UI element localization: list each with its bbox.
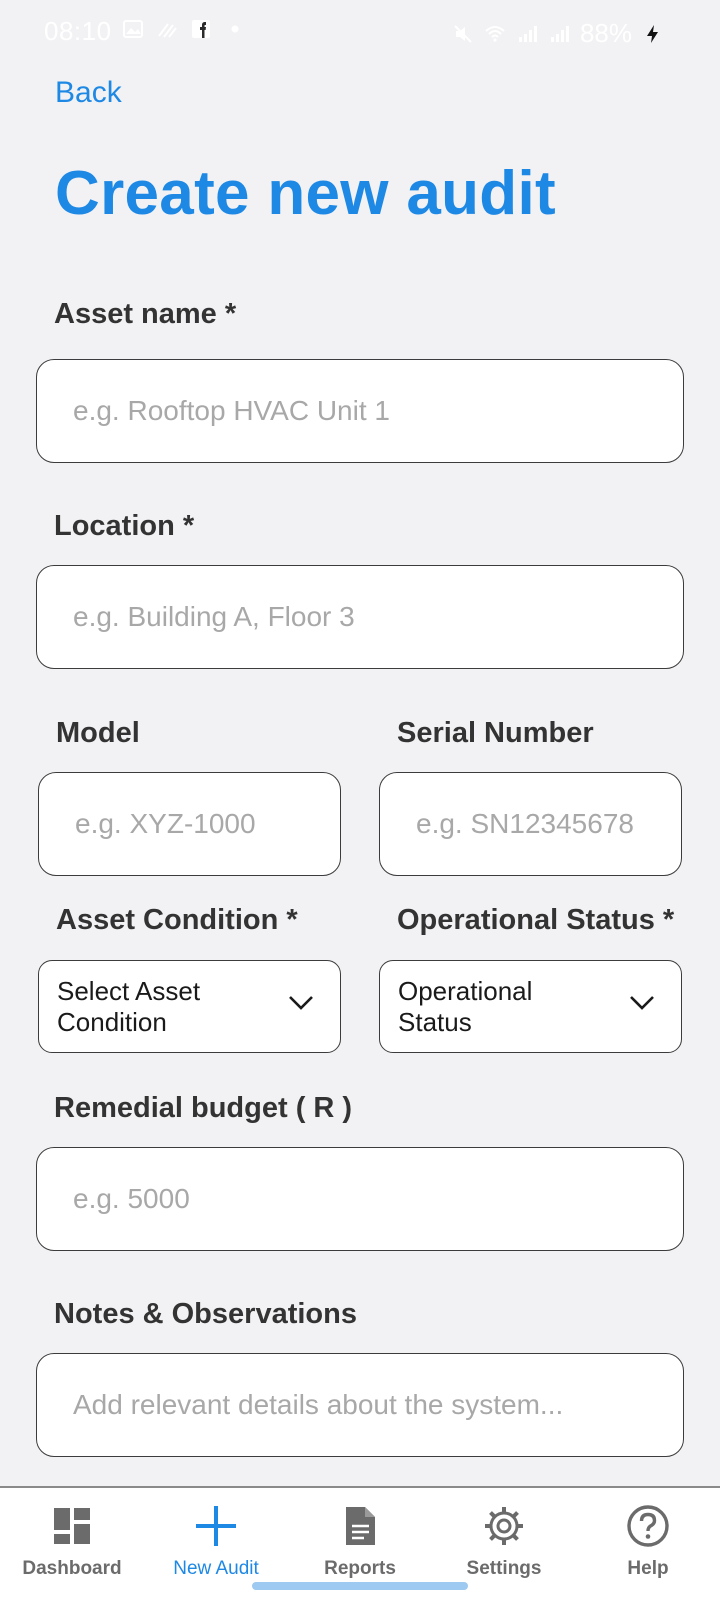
- nav-item-dashboard[interactable]: Dashboard: [0, 1488, 144, 1588]
- wifi-icon: [485, 25, 505, 42]
- asset-name-input[interactable]: e.g. Rooftop HVAC Unit 1: [36, 359, 684, 463]
- location-placeholder: e.g. Building A, Floor 3: [73, 601, 355, 632]
- operational-status-value-line1: Operational: [398, 975, 533, 1006]
- nav-label-reports: Reports: [324, 1558, 396, 1579]
- gear-icon: [485, 1507, 523, 1545]
- battery-level: 88%: [579, 18, 632, 48]
- remedial-budget-input[interactable]: e.g. 5000: [36, 1147, 684, 1251]
- facebook-icon: [192, 20, 210, 38]
- mute-icon: [454, 24, 472, 43]
- nav-item-settings[interactable]: Settings: [432, 1488, 576, 1588]
- nav-item-new-audit[interactable]: New Audit: [144, 1488, 288, 1588]
- page-title: Create new audit: [55, 159, 556, 228]
- asset-condition-value-line1: Select Asset: [57, 975, 201, 1006]
- nav-label-settings: Settings: [466, 1558, 542, 1579]
- operational-status-label: Operational Status *: [397, 904, 675, 936]
- dashboard-icon: [54, 1508, 90, 1544]
- serial-number-input[interactable]: e.g. SN12345678: [379, 772, 682, 876]
- asset-name-label: Asset name *: [54, 298, 237, 330]
- remedial-budget-label: Remedial budget ( R ): [54, 1092, 353, 1124]
- asset-condition-label: Asset Condition *: [56, 904, 298, 936]
- home-indicator[interactable]: [252, 1582, 468, 1590]
- operational-status-select[interactable]: Operational Status: [379, 960, 682, 1053]
- cell-signal-2-icon: [550, 25, 569, 42]
- model-placeholder: e.g. XYZ-1000: [75, 808, 256, 839]
- status-time: 08:10: [44, 16, 112, 46]
- chevron-down-icon: [289, 996, 313, 1010]
- back-button[interactable]: Back: [55, 76, 122, 110]
- serial-number-placeholder: e.g. SN12345678: [416, 808, 634, 839]
- document-icon: [346, 1507, 375, 1545]
- signal-stripes-icon: [158, 23, 177, 38]
- notes-label: Notes & Observations: [54, 1298, 357, 1330]
- plus-icon: [196, 1506, 236, 1546]
- notes-placeholder: Add relevant details about the system...: [73, 1389, 564, 1420]
- serial-number-label: Serial Number: [397, 717, 594, 749]
- nav-label-help: Help: [627, 1558, 669, 1579]
- charging-icon: [647, 24, 658, 43]
- help-icon: [627, 1505, 669, 1547]
- nav-label-dashboard: Dashboard: [22, 1558, 122, 1579]
- remedial-budget-placeholder: e.g. 5000: [73, 1183, 190, 1214]
- notes-textarea[interactable]: Add relevant details about the system...: [36, 1353, 684, 1457]
- nav-item-help[interactable]: Help: [576, 1488, 720, 1588]
- status-bar: 08:10 88%: [0, 0, 720, 62]
- cell-signal-icon: [518, 25, 537, 42]
- model-label: Model: [56, 717, 140, 749]
- operational-status-value-line2: Status: [398, 1006, 472, 1037]
- asset-condition-select[interactable]: Select Asset Condition: [38, 960, 341, 1053]
- location-label: Location *: [54, 510, 195, 542]
- asset-condition-value-line2: Condition: [57, 1006, 167, 1037]
- location-input[interactable]: e.g. Building A, Floor 3: [36, 565, 684, 669]
- model-input[interactable]: e.g. XYZ-1000: [38, 772, 341, 876]
- gallery-icon: [123, 20, 143, 38]
- nav-label-new-audit: New Audit: [173, 1558, 259, 1579]
- nav-item-reports[interactable]: Reports: [288, 1488, 432, 1588]
- dot-icon: [231, 25, 239, 33]
- asset-name-placeholder: e.g. Rooftop HVAC Unit 1: [73, 395, 390, 426]
- chevron-down-icon: [630, 996, 654, 1010]
